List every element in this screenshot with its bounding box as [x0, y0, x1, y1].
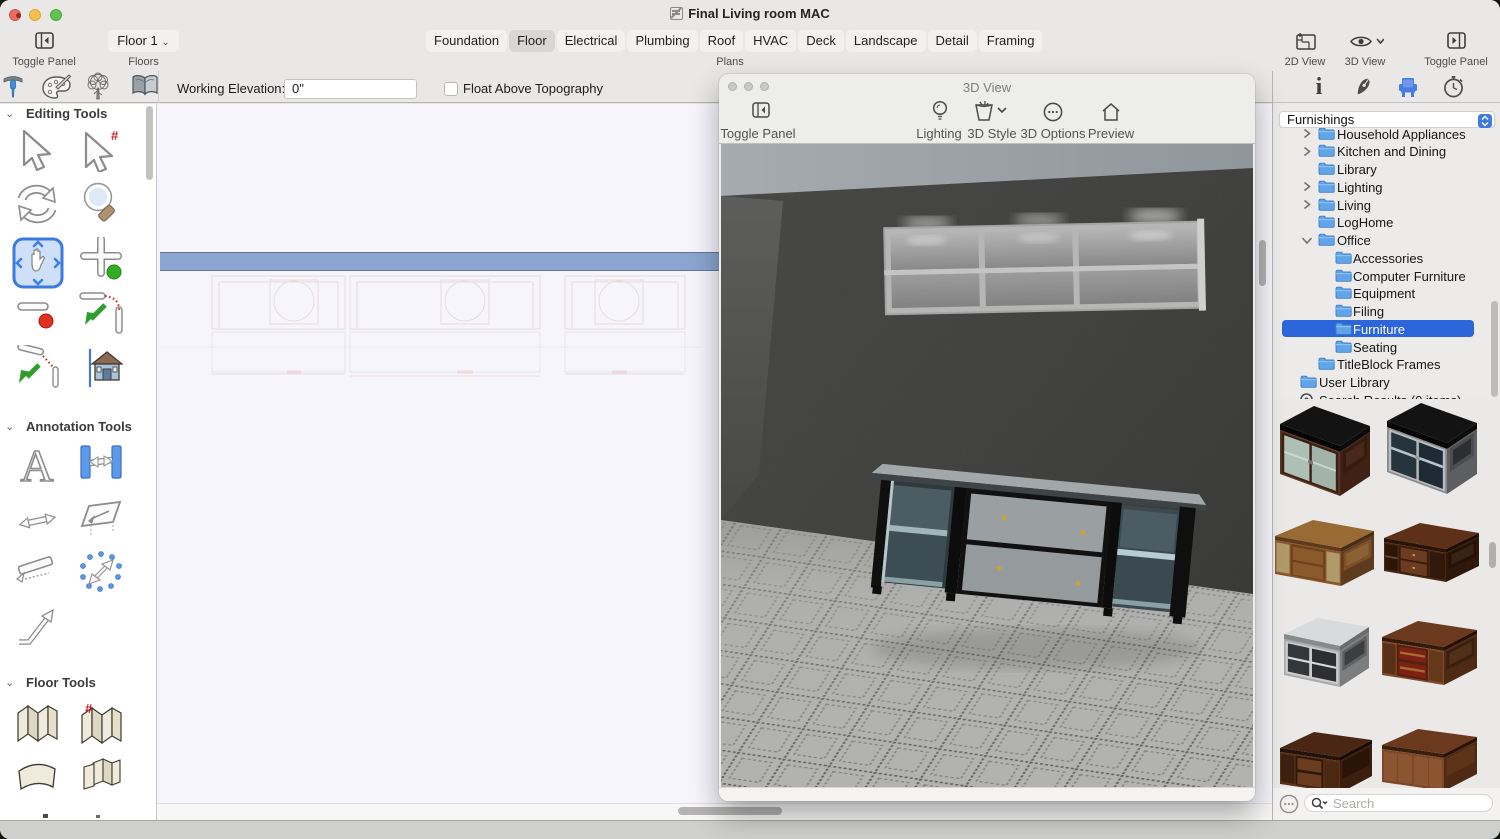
svg-text:#: #: [85, 701, 93, 716]
svg-text:A: A: [20, 443, 53, 487]
svg-text:#: #: [111, 128, 119, 143]
